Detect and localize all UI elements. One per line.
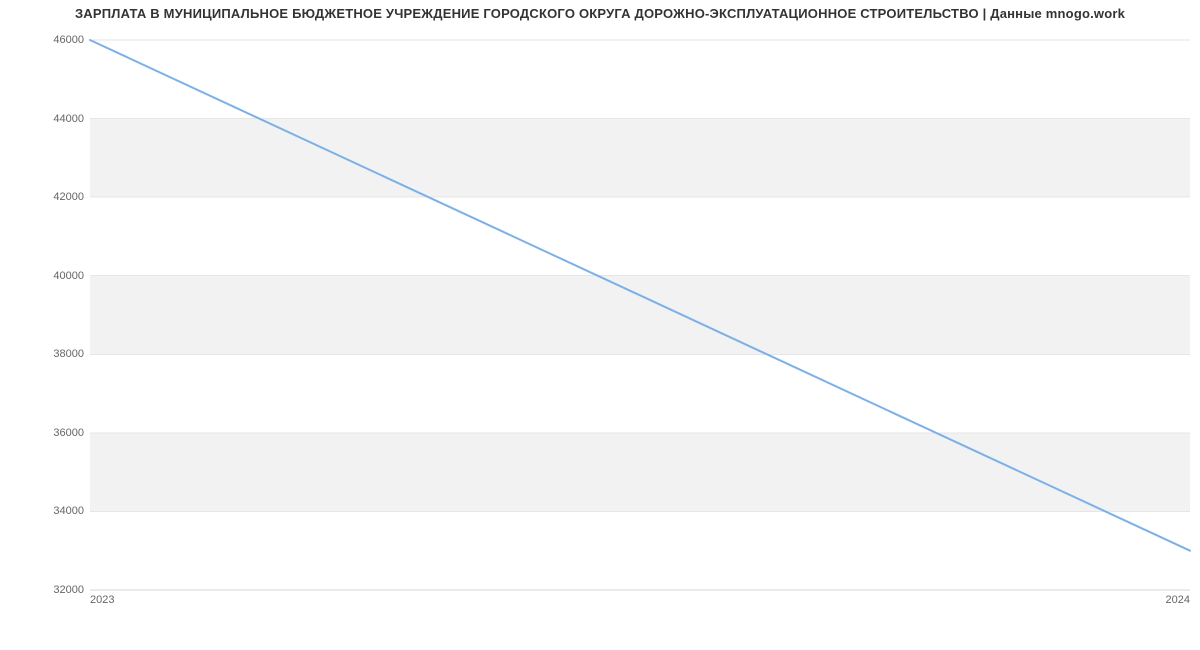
y-axis-labels: 3200034000360003800040000420004400046000: [0, 40, 84, 590]
y-tick-label: 46000: [53, 34, 84, 46]
plot-svg: [90, 40, 1190, 590]
grid-band: [90, 276, 1190, 355]
y-tick-label: 40000: [53, 270, 84, 282]
y-tick-label: 42000: [53, 191, 84, 203]
y-tick-label: 44000: [53, 113, 84, 125]
chart-container: ЗАРПЛАТА В МУНИЦИПАЛЬНОЕ БЮДЖЕТНОЕ УЧРЕЖ…: [0, 0, 1200, 650]
chart-title: ЗАРПЛАТА В МУНИЦИПАЛЬНОЕ БЮДЖЕТНОЕ УЧРЕЖ…: [0, 6, 1200, 21]
x-tick-label: 2024: [1166, 594, 1190, 606]
y-tick-label: 34000: [53, 505, 84, 517]
y-tick-label: 38000: [53, 348, 84, 360]
x-tick-label: 2023: [90, 594, 114, 606]
y-tick-label: 36000: [53, 427, 84, 439]
grid-band: [90, 119, 1190, 198]
y-tick-label: 32000: [53, 584, 84, 596]
plot-area: [90, 40, 1190, 590]
grid-bands: [90, 119, 1190, 512]
grid-band: [90, 433, 1190, 512]
x-axis-labels: 2023 2024: [90, 594, 1190, 614]
